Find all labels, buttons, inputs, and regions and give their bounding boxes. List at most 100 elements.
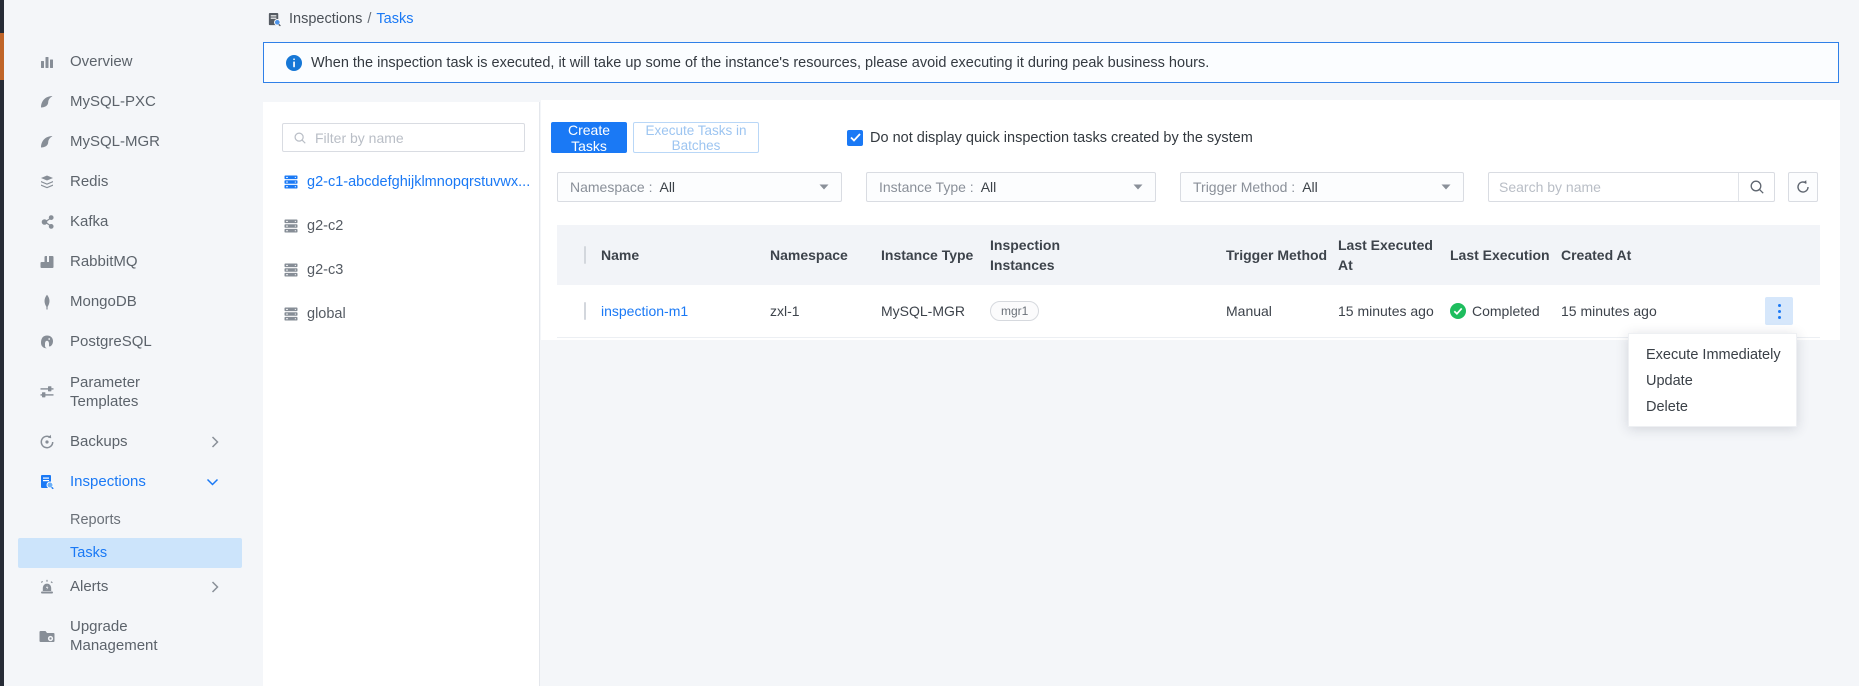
namespace-filter[interactable]: Namespace : All (557, 172, 842, 202)
sidebar-item-alerts[interactable]: Alerts (4, 568, 263, 606)
instance-item-global[interactable]: global (263, 292, 539, 336)
task-name-link[interactable]: inspection-m1 (601, 303, 688, 319)
restore-icon (39, 434, 55, 450)
sidebar-item-tasks[interactable]: Tasks (18, 538, 242, 568)
sidebar-item-overview[interactable]: Overview (4, 42, 263, 82)
sidebar-item-label: Backups (70, 432, 192, 452)
nodes-icon (39, 214, 55, 230)
sidebar-item-label: PostgreSQL (70, 332, 192, 352)
hide-quick-tasks-checkbox-wrap[interactable]: Do not display quick inspection tasks cr… (847, 130, 1253, 146)
sidebar-item-inspections[interactable]: Inspections (4, 462, 263, 502)
instance-tag: mgr1 (990, 301, 1039, 321)
cell-last-executed-at: 15 minutes ago (1338, 303, 1450, 319)
page: Overview MySQL-PXC MySQL-MGR Redis Kafka… (0, 0, 1859, 686)
instance-item-label: g2-c1-abcdefghijklmnopqrstuvwx... (307, 174, 530, 190)
filter-by-name-input[interactable] (282, 123, 525, 152)
column-header-last-execution: Last Execution (1450, 245, 1561, 265)
sidebar-item-mongodb[interactable]: MongoDB (4, 282, 263, 322)
sidebar-item-parameter-templates[interactable]: Parameter Templates (4, 362, 263, 422)
filter-label: Namespace : (570, 179, 652, 195)
bar-chart-icon (39, 54, 55, 70)
dolphin-icon (39, 94, 55, 110)
tasks-panel: Create Tasks Execute Tasks in Batches Do… (541, 100, 1840, 340)
toolbar: Create Tasks Execute Tasks in Batches Do… (551, 122, 1253, 153)
sidebar-item-mysql-mgr[interactable]: MySQL-MGR (4, 122, 263, 162)
sidebar-item-label: Upgrade Management (70, 617, 192, 656)
row-actions-menu: Execute Immediately Update Delete (1628, 333, 1797, 427)
chevron-down-icon (206, 478, 219, 486)
dolphin-icon (39, 134, 55, 150)
breadcrumb-separator: / (367, 11, 371, 27)
column-header-last-executed-at: Last Executed At (1338, 235, 1450, 276)
elephant-icon (39, 334, 55, 350)
menu-item-delete[interactable]: Delete (1629, 394, 1796, 420)
sidebar-item-mysql-pxc[interactable]: MySQL-PXC (4, 82, 263, 122)
status-text: Completed (1472, 303, 1540, 319)
checked-checkbox[interactable] (847, 130, 863, 146)
sidebar-item-rabbitmq[interactable]: RabbitMQ (4, 242, 263, 282)
menu-item-update[interactable]: Update (1629, 368, 1796, 394)
sidebar-item-reports[interactable]: Reports (4, 502, 263, 538)
search-icon (1749, 179, 1765, 195)
sidebar-item-label: RabbitMQ (70, 252, 192, 272)
layers-icon (39, 174, 55, 190)
leaf-icon (39, 294, 55, 310)
instance-item-label: g2-c2 (307, 218, 343, 234)
sidebar-subitem-label: Tasks (70, 545, 107, 561)
sidebar-item-label: Inspections (70, 472, 192, 492)
instance-item-g2-c1[interactable]: g2-c1-abcdefghijklmnopqrstuvwx... (263, 160, 539, 204)
column-header-name: Name (601, 245, 770, 265)
sidebar-item-kafka[interactable]: Kafka (4, 202, 263, 242)
table-header: Name Namespace Instance Type Inspection … (557, 225, 1820, 285)
filters-row: Namespace : All Instance Type : All Trig… (541, 172, 1840, 202)
chevron-down-icon (1133, 184, 1143, 190)
column-header-trigger-method: Trigger Method (1226, 245, 1338, 265)
create-tasks-button[interactable]: Create Tasks (551, 122, 627, 153)
column-header-inspection-instances: Inspection Instances (990, 235, 1082, 276)
instance-list-panel: g2-c1-abcdefghijklmnopqrstuvwx... g2-c2 … (263, 102, 540, 686)
tasks-table: Name Namespace Instance Type Inspection … (557, 225, 1820, 338)
chevron-down-icon (819, 184, 829, 190)
info-banner-text: When the inspection task is executed, it… (311, 55, 1209, 71)
instance-list: g2-c1-abcdefghijklmnopqrstuvwx... g2-c2 … (263, 160, 539, 336)
column-header-namespace: Namespace (770, 245, 881, 265)
row-actions-button[interactable] (1765, 297, 1793, 325)
sidebar-item-label: Parameter Templates (70, 373, 192, 412)
sidebar-item-label: Kafka (70, 212, 192, 232)
cell-trigger-method: Manual (1226, 303, 1338, 319)
instance-item-label: global (307, 306, 346, 322)
server-icon (283, 262, 299, 278)
execute-batches-button[interactable]: Execute Tasks in Batches (633, 122, 759, 153)
check-circle-icon (1450, 303, 1466, 319)
sidebar-item-upgrade-management[interactable]: Upgrade Management (4, 606, 263, 666)
status-badge: Completed (1450, 303, 1561, 319)
filter-input[interactable] (315, 130, 505, 146)
rabbitmq-icon (39, 254, 55, 270)
sidebar-item-backups[interactable]: Backups (4, 422, 263, 462)
breadcrumb-section[interactable]: Inspections (289, 11, 362, 27)
chevron-right-icon (211, 436, 219, 449)
filter-value: All (659, 179, 675, 195)
cell-instance-type: MySQL-MGR (881, 303, 990, 319)
sidebar-item-label: MySQL-PXC (70, 92, 192, 112)
column-header-instance-type: Instance Type (881, 245, 990, 265)
select-all-checkbox[interactable] (584, 246, 586, 264)
instance-type-filter[interactable]: Instance Type : All (866, 172, 1156, 202)
trigger-method-filter[interactable]: Trigger Method : All (1180, 172, 1464, 202)
refresh-button[interactable] (1788, 172, 1818, 202)
filter-value: All (981, 179, 997, 195)
row-checkbox[interactable] (584, 302, 586, 320)
instance-item-g2-c3[interactable]: g2-c3 (263, 248, 539, 292)
search-input[interactable] (1489, 179, 1738, 195)
instance-item-g2-c2[interactable]: g2-c2 (263, 204, 539, 248)
instance-item-label: g2-c3 (307, 262, 343, 278)
breadcrumb-current[interactable]: Tasks (376, 11, 413, 27)
sidebar-item-redis[interactable]: Redis (4, 162, 263, 202)
info-icon (286, 55, 302, 71)
sidebar-item-postgresql[interactable]: PostgreSQL (4, 322, 263, 362)
filter-label: Trigger Method : (1193, 179, 1295, 195)
server-icon (283, 306, 299, 322)
menu-item-execute-immediately[interactable]: Execute Immediately (1629, 342, 1796, 368)
search-button[interactable] (1738, 173, 1774, 201)
filter-label: Instance Type : (879, 179, 974, 195)
